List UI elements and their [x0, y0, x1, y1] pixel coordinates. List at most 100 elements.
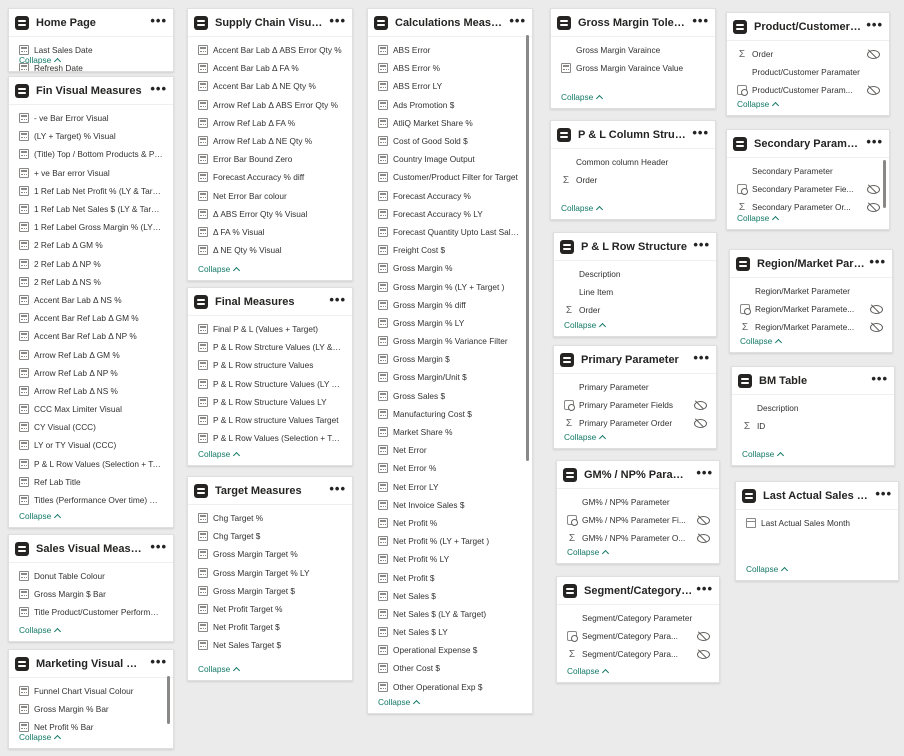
field-row[interactable]: Last Actual Sales Month [736, 514, 898, 532]
collapse-button[interactable]: Collapse [19, 55, 62, 66]
field-row[interactable]: Net Sales $ [368, 587, 532, 605]
more-options-icon[interactable]: ••• [329, 14, 346, 32]
field-row[interactable]: Final P & L (Values + Target) [188, 320, 352, 338]
hidden-eye-icon[interactable] [867, 203, 880, 213]
more-options-icon[interactable]: ••• [150, 540, 167, 558]
field-row[interactable]: Arrow Ref Lab Δ NS % [9, 382, 173, 400]
field-row[interactable]: Common column Header [551, 153, 715, 171]
field-row[interactable]: Gross Margin Target % [188, 545, 352, 563]
field-row[interactable]: P & L Row Structure Values (LY & T... [188, 375, 352, 393]
field-row[interactable]: Primary Parameter Fields [554, 396, 716, 414]
field-row[interactable]: Country Image Output [368, 150, 532, 168]
table-card-final-measures[interactable]: Final Measures ••• Final P & L (Values + T… [187, 287, 353, 466]
more-options-icon[interactable]: ••• [866, 18, 883, 36]
more-options-icon[interactable]: ••• [150, 14, 167, 32]
field-row[interactable]: Manufacturing Cost $ [368, 405, 532, 423]
field-row[interactable]: Net Sales Target $ [188, 636, 352, 654]
card-header[interactable]: Supply Chain Visual Me... ••• [188, 9, 352, 37]
collapse-button[interactable]: Collapse [19, 625, 62, 636]
field-row[interactable]: Region/Market Paramete... [730, 300, 892, 318]
field-row[interactable]: Net Sales $ (LY & Target) [368, 605, 532, 623]
hidden-eye-icon[interactable] [867, 50, 880, 60]
collapse-button[interactable]: Collapse [198, 449, 241, 460]
table-card-pl-row[interactable]: P & L Row Structure ••• Description Line It… [553, 232, 717, 337]
field-row[interactable]: Net Invoice Sales $ [368, 496, 532, 514]
table-card-fin-visual[interactable]: Fin Visual Measures ••• - ve Bar Error Vis… [8, 76, 174, 528]
hidden-eye-icon[interactable] [697, 516, 710, 526]
field-row[interactable]: ABS Error [368, 41, 532, 59]
field-row[interactable]: ABS Error LY [368, 77, 532, 95]
field-row[interactable]: Net Profit Target % [188, 600, 352, 618]
field-row[interactable]: Arrow Ref Lab Δ NP % [9, 364, 173, 382]
table-card-marketing-visual[interactable]: Marketing Visual Meas...•••Funnel Chart … [8, 649, 174, 749]
more-options-icon[interactable]: ••• [693, 351, 710, 369]
field-row[interactable]: Net Sales $ LY [368, 623, 532, 641]
field-row[interactable]: Forecast Quantity Upto Last Sales... [368, 223, 532, 241]
table-card-segment-param[interactable]: Segment/Category Para...•••Segment/Categ… [556, 576, 720, 683]
table-card-primary-param[interactable]: Primary Parameter ••• Primary Parameter Pri… [553, 345, 717, 449]
table-card-target-measures[interactable]: Target Measures ••• Chg Target % Chg Target… [187, 476, 353, 681]
field-row[interactable]: Gross Sales $ [368, 387, 532, 405]
field-row[interactable]: Net Error LY [368, 478, 532, 496]
field-row[interactable]: Secondary Parameter Fie... [727, 180, 889, 198]
hidden-eye-icon[interactable] [697, 534, 710, 544]
table-card-gm-tolerance[interactable]: Gross Margin Tolerance ••• Gross Margin Va… [550, 8, 716, 109]
field-row[interactable]: Forecast Accuracy % diff [188, 168, 352, 186]
field-row[interactable]: Chg Target $ [188, 527, 352, 545]
field-row[interactable]: Gross Margin $ Bar [9, 585, 173, 603]
field-row[interactable]: Arrow Ref Lab Δ NE Qty % [188, 132, 352, 150]
field-row[interactable]: Error Bar Bound Zero [188, 150, 352, 168]
collapse-button[interactable]: Collapse [737, 213, 780, 224]
field-row[interactable]: Segment/Category Para... [557, 627, 719, 645]
vertical-scrollbar[interactable] [883, 160, 886, 208]
field-row[interactable]: Gross Margin Target % LY [188, 564, 352, 582]
card-header[interactable]: Primary Parameter ••• [554, 346, 716, 374]
field-row[interactable]: Net Error Bar colour [188, 187, 352, 205]
field-row[interactable]: Funnel Chart Visual Colour [9, 682, 173, 700]
field-row[interactable]: Σ GM% / NP% Parameter O... [557, 529, 719, 547]
field-row[interactable]: Other Cost $ [368, 659, 532, 677]
hidden-eye-icon[interactable] [694, 419, 707, 429]
hidden-eye-icon[interactable] [867, 185, 880, 195]
field-row[interactable]: + ve Bar error Visual [9, 164, 173, 182]
card-header[interactable]: Gross Margin Tolerance ••• [551, 9, 715, 37]
field-row[interactable]: Accent Bar Ref Lab Δ NP % [9, 327, 173, 345]
field-row[interactable]: Customer/Product Filter for Target [368, 168, 532, 186]
table-card-secondary-param[interactable]: Secondary Parameter ••• Secondary Paramete… [726, 129, 890, 230]
field-row[interactable]: Product/Customer Paramater [727, 63, 889, 81]
more-options-icon[interactable]: ••• [696, 582, 713, 600]
table-card-bm-table[interactable]: BM Table ••• Description Σ ID Collapse [731, 366, 895, 466]
collapse-button[interactable]: Collapse [564, 320, 607, 331]
table-card-last-actual[interactable]: Last Actual Sales Month••• Last Actual Sa… [735, 481, 899, 581]
field-row[interactable]: Accent Bar Lab Δ ABS Error Qty % [188, 41, 352, 59]
field-row[interactable]: Net Profit $ [368, 568, 532, 586]
more-options-icon[interactable]: ••• [692, 14, 709, 32]
field-row[interactable]: Net Error [368, 441, 532, 459]
card-header[interactable]: Last Actual Sales Month••• [736, 482, 898, 510]
field-row[interactable]: Accent Bar Lab Δ NE Qty % [188, 77, 352, 95]
more-options-icon[interactable]: ••• [871, 372, 888, 390]
field-row[interactable]: Description [732, 399, 894, 417]
field-row[interactable]: Net Profit % (LY + Target ) [368, 532, 532, 550]
field-row[interactable]: Operational Expense $ [368, 641, 532, 659]
field-row[interactable]: Gross Margin % [368, 259, 532, 277]
more-options-icon[interactable]: ••• [150, 655, 167, 673]
field-row[interactable]: 2 Ref Lab Δ NS % [9, 273, 173, 291]
card-header[interactable]: Segment/Category Para... ••• [557, 577, 719, 605]
field-row[interactable]: Gross Margin % (LY + Target ) [368, 277, 532, 295]
field-row[interactable]: (LY + Target) % Visual [9, 127, 173, 145]
field-row[interactable]: Primary Parameter [554, 378, 716, 396]
field-row[interactable]: P & L Row Strcture Values (LY & Ta... [188, 338, 352, 356]
field-row[interactable]: Ref Lab Title [9, 473, 173, 491]
more-options-icon[interactable]: ••• [509, 14, 526, 32]
field-row[interactable]: Gross Margin $ [368, 350, 532, 368]
field-row[interactable]: Ads Promotion $ [368, 96, 532, 114]
field-row[interactable]: LY or TY Visual (CCC) [9, 436, 173, 454]
field-row[interactable]: Net Profit % [368, 514, 532, 532]
field-row[interactable]: Chg Target % [188, 509, 352, 527]
field-row[interactable]: 1 Ref Label Gross Margin % (LY + ... [9, 218, 173, 236]
table-card-calculations[interactable]: Calculations Measures ••• ABS Error ABS Err… [367, 8, 533, 714]
collapse-button[interactable]: Collapse [378, 697, 421, 708]
field-row[interactable]: P & L Row structure Values Target [188, 411, 352, 429]
field-row[interactable]: Cost of Good Sold $ [368, 132, 532, 150]
